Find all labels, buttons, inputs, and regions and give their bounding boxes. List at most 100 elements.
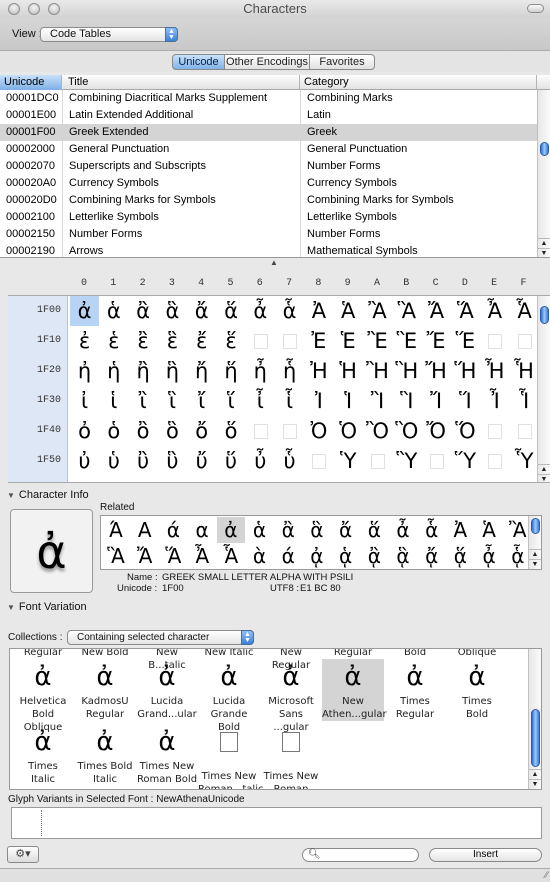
character-cell[interactable]: Ἠ xyxy=(304,356,333,386)
character-cell[interactable]: Ὗ xyxy=(510,446,539,476)
glyph-variants-list[interactable] xyxy=(11,807,542,839)
character-cell[interactable]: ἇ xyxy=(275,296,304,326)
character-cell[interactable]: ἆ xyxy=(246,296,275,326)
character-cell[interactable]: ἶ xyxy=(246,386,275,416)
character-cell[interactable]: ἡ xyxy=(99,356,128,386)
column-header-category[interactable]: Category xyxy=(300,75,537,90)
related-character[interactable]: Ἅ xyxy=(159,543,187,569)
zoom-button[interactable] xyxy=(48,3,60,15)
character-cell[interactable] xyxy=(422,446,451,476)
related-character[interactable]: Ἀ xyxy=(446,517,474,543)
table-row[interactable]: 00001E00 Latin Extended Additional Latin xyxy=(0,107,537,124)
scroll-down-arrow-icon[interactable]: ▼ xyxy=(538,474,550,482)
character-cell[interactable] xyxy=(363,446,392,476)
character-cell[interactable]: ἔ xyxy=(187,326,216,356)
table-row[interactable]: 00001F00 Greek Extended Greek xyxy=(0,124,537,141)
character-cell[interactable]: Ἀ xyxy=(304,296,333,326)
character-cell[interactable] xyxy=(480,446,509,476)
related-character[interactable]: Ἁ xyxy=(475,517,503,543)
character-cell[interactable]: ὁ xyxy=(99,416,128,446)
character-cell[interactable]: Ἑ xyxy=(334,326,363,356)
character-cell[interactable]: Ἳ xyxy=(392,386,421,416)
font-variation-item[interactable]: ἀ Lucida Grand...ular xyxy=(136,659,198,721)
character-cell[interactable]: ἒ xyxy=(129,326,158,356)
related-character[interactable]: Ἇ xyxy=(217,543,245,569)
character-cell[interactable]: ὔ xyxy=(187,446,216,476)
character-cell[interactable]: Ὓ xyxy=(392,446,421,476)
font-variation-disclosure[interactable]: ▼ Font Variation xyxy=(7,601,87,613)
tab-other-encodings[interactable]: Other Encodings xyxy=(224,54,310,70)
font-variation-item[interactable]: ἀ Helvetica Bold Oblique xyxy=(12,659,74,734)
character-cell[interactable] xyxy=(246,326,275,356)
character-cell[interactable]: ἥ xyxy=(217,356,246,386)
character-cell[interactable]: Ἒ xyxy=(363,326,392,356)
font-variation-item[interactable]: Times New Roman Italic xyxy=(260,724,322,789)
character-cell[interactable] xyxy=(246,416,275,446)
character-cell[interactable]: ἅ xyxy=(217,296,246,326)
character-cell[interactable]: Ἧ xyxy=(510,356,539,386)
character-cell[interactable]: Ὄ xyxy=(422,416,451,446)
action-menu-button[interactable]: ⚙▾ xyxy=(7,846,39,863)
character-cell[interactable]: ἰ xyxy=(70,386,99,416)
collections-select[interactable]: Containing selected character ▲ ▼ xyxy=(67,630,254,645)
related-scrollbar[interactable]: ▲ ▼ xyxy=(528,516,541,569)
character-cell[interactable] xyxy=(275,416,304,446)
view-select[interactable]: Code Tables ▲ ▼ xyxy=(40,27,178,42)
column-header-unicode[interactable]: Unicode xyxy=(0,75,62,90)
font-variation-item[interactable]: ἀ New Athen...gular xyxy=(322,659,387,721)
character-cell[interactable]: ἃ xyxy=(158,296,187,326)
character-cell[interactable]: ἐ xyxy=(70,326,99,356)
tab-favorites[interactable]: Favorites xyxy=(309,54,375,70)
related-character[interactable]: ᾃ xyxy=(389,543,417,569)
table-scrollbar[interactable]: ▲ ▼ xyxy=(537,90,550,257)
related-character[interactable]: ἇ xyxy=(418,517,446,543)
tab-unicode[interactable]: Unicode xyxy=(172,54,225,70)
resize-grip-icon[interactable]: ⁄⁄ xyxy=(545,870,548,880)
character-cell[interactable]: ἕ xyxy=(217,326,246,356)
font-variation-item[interactable]: ἀ Times New Roman Bold xyxy=(136,724,198,786)
grid-scroll-thumb[interactable] xyxy=(540,306,549,324)
character-cell[interactable]: Ἇ xyxy=(510,296,539,326)
split-view-handle[interactable]: ▲ xyxy=(270,258,278,267)
character-cell[interactable]: ὐ xyxy=(70,446,99,476)
fonts-scrollbar[interactable]: ▲ ▼ xyxy=(528,649,541,789)
related-character[interactable]: ἀ xyxy=(216,517,245,543)
character-cell[interactable]: Ἱ xyxy=(334,386,363,416)
character-cell[interactable]: ἲ xyxy=(129,386,158,416)
character-cell[interactable]: ἷ xyxy=(275,386,304,416)
character-cell[interactable] xyxy=(480,326,509,356)
character-cell[interactable]: ἵ xyxy=(217,386,246,416)
character-cell[interactable]: Ἦ xyxy=(480,356,509,386)
character-cell[interactable]: Ἄ xyxy=(422,296,451,326)
character-cell[interactable] xyxy=(480,416,509,446)
related-scroll-thumb[interactable] xyxy=(531,518,540,534)
character-cell[interactable]: Ἡ xyxy=(334,356,363,386)
character-cell[interactable]: Ἐ xyxy=(304,326,333,356)
related-character[interactable]: ἂ xyxy=(274,517,302,543)
character-cell[interactable]: ἱ xyxy=(99,386,128,416)
character-cell[interactable]: ὖ xyxy=(246,446,275,476)
character-cell[interactable]: Ἕ xyxy=(451,326,480,356)
character-cell[interactable]: ἴ xyxy=(187,386,216,416)
table-row[interactable]: 00002190 Arrows Mathematical Symbols xyxy=(0,243,537,257)
fonts-scroll-thumb[interactable] xyxy=(531,709,540,767)
related-character[interactable]: Ἆ xyxy=(188,543,216,569)
related-character[interactable]: ά xyxy=(274,543,302,569)
character-cell[interactable]: ὑ xyxy=(99,446,128,476)
font-variation-item[interactable]: ἀ Lucida Grande Bold xyxy=(198,659,260,734)
selected-character-preview[interactable]: ἀ xyxy=(10,509,93,593)
related-character[interactable]: ᾀ xyxy=(303,543,331,569)
character-cell[interactable]: Ὕ xyxy=(451,446,480,476)
character-cell[interactable]: ὕ xyxy=(217,446,246,476)
character-cell[interactable] xyxy=(510,416,539,446)
related-character[interactable]: Ά xyxy=(102,517,130,543)
table-row[interactable]: 00002150 Number Forms Number Forms xyxy=(0,226,537,243)
character-cell[interactable]: ἓ xyxy=(158,326,187,356)
character-cell[interactable]: ὅ xyxy=(217,416,246,446)
related-character[interactable]: ὰ xyxy=(246,543,274,569)
table-row[interactable]: 00002000 General Punctuation General Punct… xyxy=(0,141,537,158)
font-variation-item[interactable]: ἀ Microsoft Sans ...gular xyxy=(260,659,322,734)
related-character[interactable]: ᾄ xyxy=(418,543,446,569)
font-variation-item[interactable]: ἀ Times Bold xyxy=(446,659,508,721)
table-row[interactable]: 00002070 Superscripts and Subscripts Numbe… xyxy=(0,158,537,175)
